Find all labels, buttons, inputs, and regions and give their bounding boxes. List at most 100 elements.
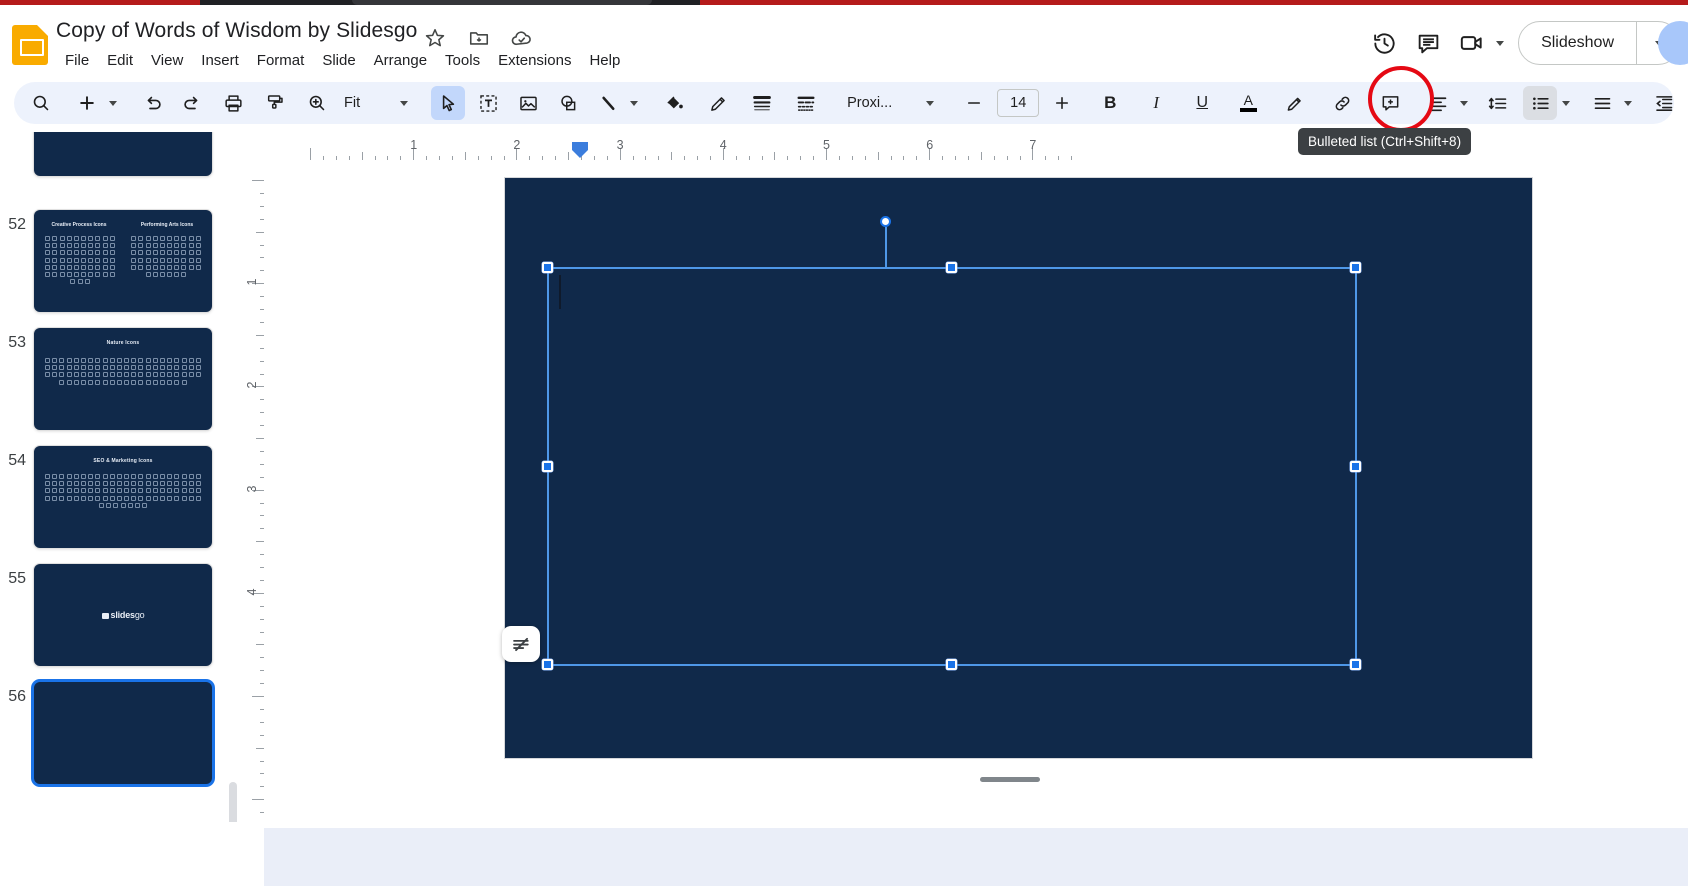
slideshow-button[interactable]: Slideshow xyxy=(1518,21,1680,65)
ruler-minor-tick xyxy=(260,708,264,710)
slide-thumbnail-56[interactable]: 56 xyxy=(0,682,228,784)
decorative-icon xyxy=(66,257,72,263)
panel-scrollbar-thumb[interactable] xyxy=(229,782,237,822)
border-color-button[interactable] xyxy=(701,86,735,120)
present-video-icon[interactable] xyxy=(1450,21,1494,65)
new-slide-button[interactable] xyxy=(70,86,104,120)
insert-image-button[interactable] xyxy=(511,86,545,120)
numbered-list-options-button[interactable] xyxy=(1619,86,1637,120)
menu-view[interactable]: View xyxy=(142,49,192,72)
resize-handle-bottom-right[interactable] xyxy=(1350,659,1361,670)
menu-arrange[interactable]: Arrange xyxy=(365,49,436,72)
menu-edit[interactable]: Edit xyxy=(98,49,142,72)
border-weight-button[interactable] xyxy=(745,86,779,120)
increase-font-size-button[interactable] xyxy=(1045,86,1079,120)
menu-file[interactable]: File xyxy=(56,49,98,72)
search-button[interactable] xyxy=(24,86,58,120)
vertical-ruler[interactable]: 1 2 3 4 xyxy=(242,162,266,839)
bulleted-list-button[interactable] xyxy=(1523,86,1558,120)
first-line-indent-marker[interactable] xyxy=(572,142,588,150)
present-video-button[interactable] xyxy=(1450,21,1508,65)
font-size-stepper[interactable]: 14 xyxy=(957,86,1079,120)
skip-lines-badge[interactable] xyxy=(502,626,540,662)
slide-thumbnail-55[interactable]: 55 slidesgo xyxy=(0,564,228,666)
decorative-icon xyxy=(81,250,87,256)
numbered-list-button[interactable] xyxy=(1585,86,1619,120)
resize-handle-top-center[interactable] xyxy=(946,262,957,273)
slide-thumbnail-51[interactable]: 51 xyxy=(0,132,228,176)
thumbnail-frame[interactable]: Creative Process Icons Performing Arts I… xyxy=(34,210,212,312)
menu-slide[interactable]: Slide xyxy=(313,49,364,72)
chevron-down-icon[interactable] xyxy=(1496,40,1505,46)
decorative-icon xyxy=(102,243,108,249)
new-slide-options-button[interactable] xyxy=(104,86,122,120)
decorative-icon xyxy=(188,488,194,494)
document-title[interactable]: Copy of Words of Wisdom by Slidesgo xyxy=(56,19,417,43)
italic-button[interactable]: I xyxy=(1139,86,1173,120)
left-indent-marker[interactable] xyxy=(572,150,588,158)
rotation-handle[interactable] xyxy=(880,216,891,227)
highlight-color-button[interactable] xyxy=(1277,86,1311,120)
cloud-saved-icon[interactable] xyxy=(510,27,533,50)
shape-button[interactable] xyxy=(551,86,585,120)
decrease-font-size-button[interactable] xyxy=(957,86,991,120)
ruler-minor-tick xyxy=(838,156,840,160)
slide-thumbnail-54[interactable]: 54 SEO & Marketing Icons xyxy=(0,446,228,548)
ruler-tick xyxy=(877,152,879,160)
align-button[interactable] xyxy=(1421,86,1455,120)
menu-tools[interactable]: Tools xyxy=(436,49,489,72)
resize-handle-top-left[interactable] xyxy=(542,262,553,273)
menu-extensions[interactable]: Extensions xyxy=(489,49,580,72)
decorative-icon xyxy=(73,379,79,385)
slide-thumbnail-53[interactable]: 53 Nature Icons xyxy=(0,328,228,430)
zoom-level-select[interactable]: Fit xyxy=(334,95,409,111)
menu-format[interactable]: Format xyxy=(248,49,314,72)
thumbnail-frame[interactable]: slidesgo xyxy=(34,564,212,666)
text-box-button[interactable] xyxy=(471,86,505,120)
zoom-button[interactable] xyxy=(300,86,334,120)
move-to-folder-icon[interactable] xyxy=(468,27,490,49)
speaker-notes-strip[interactable] xyxy=(264,828,1688,886)
bulleted-list-options-button[interactable] xyxy=(1557,86,1575,120)
menu-insert[interactable]: Insert xyxy=(192,49,248,72)
align-options-button[interactable] xyxy=(1455,86,1473,120)
decrease-indent-button[interactable] xyxy=(1647,86,1681,120)
resize-handle-middle-right[interactable] xyxy=(1350,461,1361,472)
version-history-icon[interactable] xyxy=(1362,21,1406,65)
insert-link-button[interactable] xyxy=(1325,86,1359,120)
undo-button[interactable] xyxy=(136,86,170,120)
horizontal-scrollbar-thumb[interactable] xyxy=(980,777,1040,782)
redo-button[interactable] xyxy=(174,86,208,120)
font-size-input[interactable]: 14 xyxy=(997,89,1040,117)
thumbnail-frame[interactable] xyxy=(34,682,212,784)
slide-number: 54 xyxy=(8,452,26,469)
resize-handle-middle-left[interactable] xyxy=(542,461,553,472)
decorative-icon xyxy=(138,481,144,487)
font-family-select[interactable]: Proxi... xyxy=(837,95,935,111)
selected-textbox-frame[interactable] xyxy=(547,267,1357,666)
bold-button[interactable]: B xyxy=(1093,86,1127,120)
decorative-icon xyxy=(174,488,180,494)
star-icon[interactable] xyxy=(424,27,446,49)
line-spacing-button[interactable] xyxy=(1481,86,1515,120)
slide-thumbnail-52[interactable]: 52 Creative Process Icons Performing Art… xyxy=(0,210,228,312)
slides-thumbnail-panel[interactable]: 51 52 Creative Process Icons Performing xyxy=(0,132,240,822)
menu-help[interactable]: Help xyxy=(580,49,629,72)
paint-format-button[interactable] xyxy=(258,86,292,120)
thumbnail-frame[interactable]: SEO & Marketing Icons xyxy=(34,446,212,548)
resize-handle-bottom-left[interactable] xyxy=(542,659,553,670)
border-dash-button[interactable] xyxy=(789,86,823,120)
print-button[interactable] xyxy=(216,86,250,120)
add-comment-button[interactable] xyxy=(1373,86,1407,120)
thumbnail-frame[interactable] xyxy=(34,132,212,176)
text-color-button[interactable]: A xyxy=(1231,86,1265,120)
resize-handle-top-right[interactable] xyxy=(1350,262,1361,273)
select-tool-button[interactable] xyxy=(431,86,466,120)
comment-icon[interactable] xyxy=(1406,21,1450,65)
underline-button[interactable]: U xyxy=(1185,86,1219,120)
thumbnail-frame[interactable]: Nature Icons xyxy=(34,328,212,430)
fill-color-button[interactable] xyxy=(657,86,691,120)
line-button[interactable] xyxy=(591,86,625,120)
line-options-button[interactable] xyxy=(625,86,643,120)
resize-handle-bottom-center[interactable] xyxy=(946,659,957,670)
